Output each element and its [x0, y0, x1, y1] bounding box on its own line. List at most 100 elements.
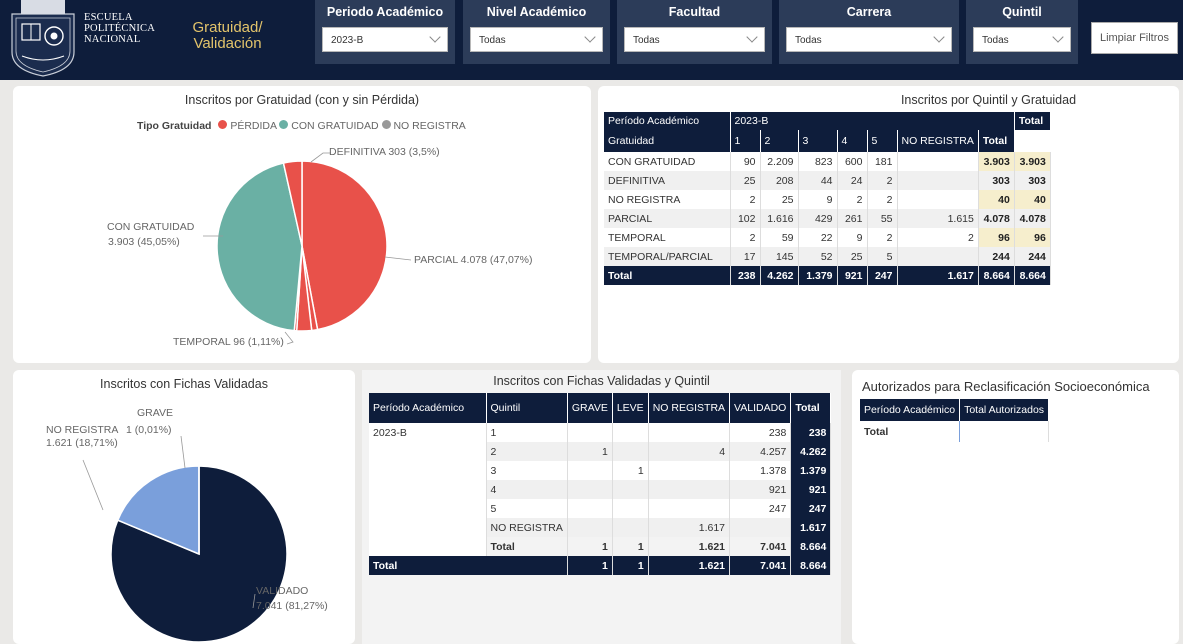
ft-cell-validado: 921	[729, 480, 792, 499]
ft-total-label: Total	[369, 556, 568, 575]
filter-nivel-value: Todas	[479, 35, 506, 46]
logo-line-1: ESCUELA	[84, 12, 133, 23]
qt-cell-v4: 261	[837, 209, 868, 228]
ft-cell-quintil: 5	[486, 499, 568, 518]
ft-cell-grave	[567, 461, 613, 480]
qt-cell-label: PARCIAL	[604, 209, 731, 228]
label-con-gratuidad: CON GRATUIDAD	[107, 221, 195, 233]
ft-col-grave[interactable]: GRAVE	[567, 393, 613, 423]
ft-col-periodo[interactable]: Período Académico	[369, 393, 487, 423]
ft-cell-validado: 247	[729, 499, 792, 518]
qt-cell-total: 96	[978, 228, 1015, 247]
ft-cell-validado: 1.378	[729, 461, 792, 480]
filter-periodo-select[interactable]: 2023-B	[322, 27, 448, 52]
app-title-line-1: Gratuidad/	[192, 19, 263, 36]
pie-slice-parcial[interactable]	[301, 160, 388, 331]
ft-cell-total: 1.379	[790, 461, 832, 480]
filter-nivel: Nivel Académico Todas	[463, 0, 610, 64]
qt-cell-grand: 303	[1014, 171, 1051, 190]
ft-col-total[interactable]: Total	[790, 393, 832, 423]
ft-col-no-registra[interactable]: NO REGISTRA	[648, 393, 731, 423]
qt-total-v2: 4.262	[760, 266, 799, 285]
qt-cell-v3: 52	[798, 247, 838, 266]
chevron-down-icon	[429, 31, 441, 43]
ft-cell-period: 2023-B	[369, 423, 487, 442]
ft-cell-grave	[567, 480, 613, 499]
label-no-registra-value: 1.621 (18,71%)	[46, 437, 118, 449]
ft-cell-period	[369, 518, 487, 537]
ft-col-validado[interactable]: VALIDADO	[729, 393, 792, 423]
filter-carrera-select[interactable]: Todas	[786, 27, 952, 52]
qt-cell-total: 244	[978, 247, 1015, 266]
filter-periodo-label: Periodo Académico	[326, 5, 444, 19]
chevron-down-icon	[746, 31, 758, 43]
logo-line-3: NACIONAL	[84, 34, 141, 45]
leader-line	[82, 459, 104, 511]
at-col-periodo[interactable]: Período Académico	[860, 399, 961, 421]
qt-cell-total: 3.903	[978, 152, 1015, 171]
qt-cell-nr	[897, 152, 979, 171]
app-title-line-2: Validación	[193, 35, 262, 52]
ft-cell-period	[369, 480, 487, 499]
label-grave: GRAVE	[137, 407, 173, 419]
leader-line	[180, 435, 186, 469]
ft-row: 2 1 4 4.257 4.262	[369, 442, 832, 461]
qt-col-5[interactable]: 5	[867, 130, 898, 152]
ft-col-leve[interactable]: LEVE	[612, 393, 649, 423]
qt-cell-v5: 5	[867, 247, 898, 266]
qt-cell-v5: 55	[867, 209, 898, 228]
ft-row: 3 1 1.378 1.379	[369, 461, 832, 480]
ft-col-quintil[interactable]: Quintil	[486, 393, 568, 423]
at-col-total-autorizados[interactable]: Total Autorizados	[959, 399, 1050, 421]
qt-cell-label: TEMPORAL	[604, 228, 731, 247]
qt-col-3[interactable]: 3	[798, 130, 838, 152]
qt-col-2[interactable]: 2	[760, 130, 799, 152]
label-grave-value: 1 (0,01%)	[126, 424, 172, 436]
qt-col-no-registra[interactable]: NO REGISTRA	[897, 130, 979, 152]
qt-col-total[interactable]: Total	[978, 130, 1015, 152]
label-con-gratuidad-value: 3.903 (45,05%)	[108, 236, 180, 248]
filter-quintil-label: Quintil	[1002, 5, 1042, 19]
ft-cell-quintil: NO REGISTRA	[486, 518, 568, 537]
ft-cell-total: 247	[790, 499, 832, 518]
qt-cell-v1: 25	[730, 171, 761, 190]
qt-col-gratuidad[interactable]: Gratuidad	[604, 130, 731, 152]
filter-facultad-select[interactable]: Todas	[624, 27, 765, 52]
filter-quintil-select[interactable]: Todas	[973, 27, 1071, 52]
qt-cell-grand: 244	[1014, 247, 1051, 266]
filter-quintil: Quintil Todas	[966, 0, 1078, 64]
ft-cell-leve	[612, 442, 649, 461]
chevron-down-icon	[933, 31, 945, 43]
qt-cell-nr	[897, 190, 979, 209]
qt-col-1[interactable]: 1	[730, 130, 761, 152]
qt-cell-v3: 9	[798, 190, 838, 209]
qt-total-grand: 8.664	[1014, 266, 1051, 285]
qt-cell-v5: 2	[867, 190, 898, 209]
qt-cell-v3: 44	[798, 171, 838, 190]
ft-total-noreg: 1.621	[648, 556, 731, 575]
qt-body: CON GRATUIDAD 90 2.209 823 600 181 3.903 3.903 D…	[604, 152, 1051, 266]
leader-line	[310, 152, 331, 163]
ft-cell-noreg: 1.617	[648, 518, 731, 537]
ft-row: 5 247 247	[369, 499, 832, 518]
filter-nivel-select[interactable]: Todas	[470, 27, 603, 52]
qt-cell-v2: 25	[760, 190, 799, 209]
filter-periodo-value: 2023-B	[331, 35, 364, 46]
ft-cell-noreg	[648, 480, 731, 499]
qt-cell-v2: 145	[760, 247, 799, 266]
fichas-table: Período Académico Quintil GRAVE LEVE NO …	[369, 393, 832, 575]
ft-total-row: Total 1 1 1.621 7.041 8.664	[369, 556, 832, 575]
ft-cell-leve	[612, 518, 649, 537]
qt-row: CON GRATUIDAD 90 2.209 823 600 181 3.903 3.903	[604, 152, 1051, 171]
qt-cell-v3: 823	[798, 152, 838, 171]
logo-text: ESCUELA POLITÉCNICA NACIONAL	[84, 12, 155, 45]
qt-col-4[interactable]: 4	[837, 130, 868, 152]
qt-cell-label: NO REGISTRA	[604, 190, 731, 209]
ft-cell-grave	[567, 423, 613, 442]
ft-row: NO REGISTRA 1.617 1.617	[369, 518, 832, 537]
clear-filters-button[interactable]: Limpiar Filtros	[1091, 22, 1178, 54]
qt-cell-v2: 208	[760, 171, 799, 190]
qt-cell-nr: 1.615	[897, 209, 979, 228]
ft-body: 2023-B 1 238 238 2 1 4 4.257 4.262 3 1 1.378 1.379 4 9…	[369, 423, 832, 537]
ft-cell-total: 1.617	[790, 518, 832, 537]
